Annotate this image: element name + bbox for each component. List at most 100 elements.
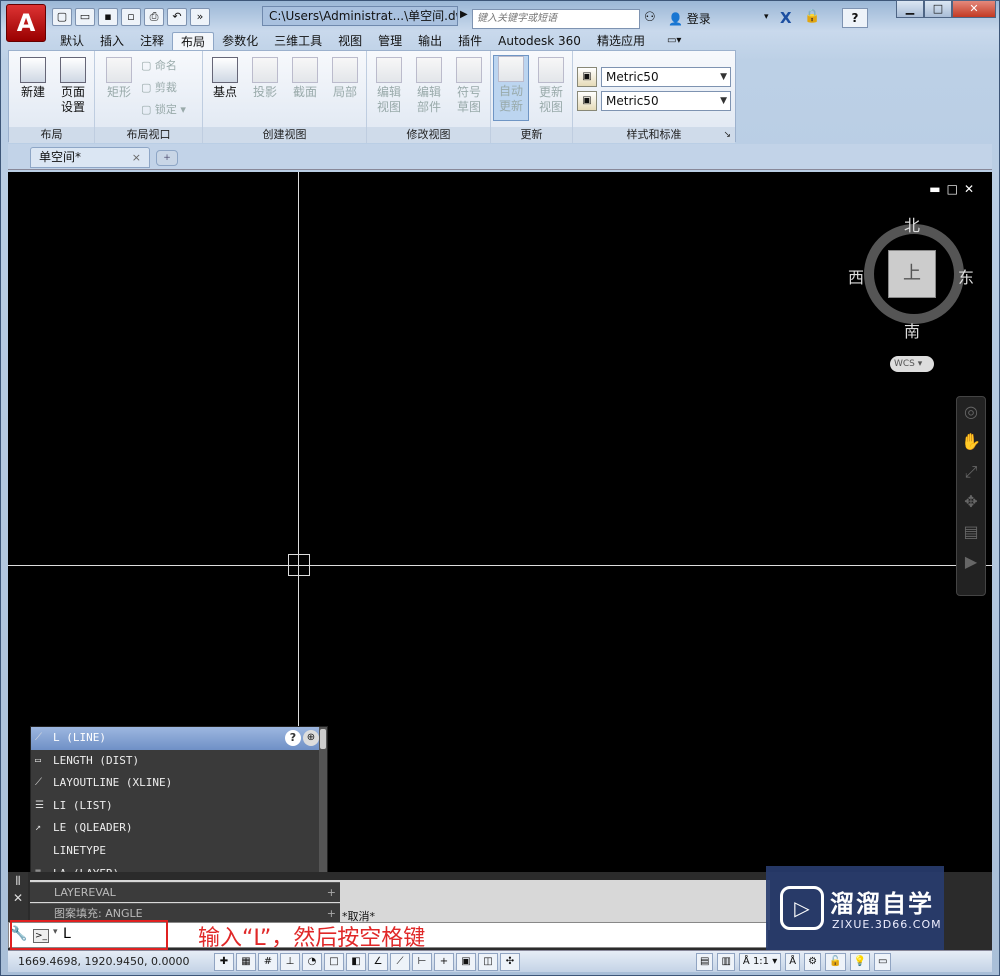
autocomplete-item[interactable]: ☰ LI (LIST) [31, 795, 327, 818]
osnap-icon[interactable]: □ [324, 953, 344, 971]
wcs-menu[interactable]: WCS ▾ [890, 356, 934, 372]
polar-icon[interactable]: ◔ [302, 953, 322, 971]
symbol-sketch-button[interactable]: 符号 草图 [451, 57, 487, 115]
application-menu-button[interactable]: A [6, 4, 46, 42]
ribbon-tab[interactable]: 管理 [370, 32, 410, 50]
autocomplete-item[interactable]: LINETYPE [31, 840, 327, 863]
compass-south[interactable]: 南 [904, 318, 920, 342]
viewport-clip-button[interactable]: ▢ 剪裁 [141, 81, 177, 95]
new-tab-button[interactable]: + [156, 150, 178, 166]
selection-cycling-icon[interactable]: ✣ [500, 953, 520, 971]
ribbon-tab[interactable]: 视图 [330, 32, 370, 50]
isolate-icon[interactable]: 💡 [849, 953, 870, 971]
help-button[interactable]: ? [842, 8, 868, 28]
collapse-icon[interactable]: ⫴ [8, 874, 28, 889]
detail-view-button[interactable]: 局部 [327, 57, 363, 100]
clean-screen-icon[interactable]: ▭ [873, 953, 892, 971]
binoculars-icon[interactable]: ⚇ [644, 10, 656, 25]
viewcube-top-face[interactable]: 上 [888, 250, 936, 298]
compass-west[interactable]: 西 [848, 264, 864, 288]
pan-hand-icon[interactable]: ✋ [957, 427, 985, 457]
command-close-icon[interactable]: ✕ [8, 891, 28, 905]
zoom-extents-icon[interactable]: ⤢ [957, 457, 985, 487]
viewport-lock-button[interactable]: ▢ 锁定 ▾ [141, 103, 186, 117]
panel-launcher-icon[interactable]: ↘ [723, 127, 731, 143]
minimize-button[interactable]: ▁ [896, 0, 924, 18]
compass-north[interactable]: 北 [904, 212, 920, 236]
ribbon-tab[interactable]: 插件 [450, 32, 490, 50]
projected-view-button[interactable]: 投影 [247, 57, 283, 100]
compass-east[interactable]: 东 [958, 264, 974, 288]
lock-ui-icon[interactable]: 🔓 [825, 953, 846, 971]
save-as-icon[interactable]: ▫ [121, 8, 141, 26]
ribbon-tab[interactable]: 布局 [172, 32, 215, 50]
new-file-icon[interactable]: ▢ [52, 8, 72, 26]
internet-search-icon[interactable]: ⊕ [303, 730, 319, 746]
transparency-icon[interactable]: ▣ [456, 953, 476, 971]
ribbon-tab[interactable]: Autodesk 360 [490, 32, 589, 50]
edit-component-button[interactable]: 编辑 部件 [411, 57, 447, 115]
auto-update-button[interactable]: 自动 更新 [493, 55, 529, 121]
ribbon-tab[interactable]: 插入 [92, 32, 132, 50]
ribbon-tab[interactable]: 默认 [52, 32, 92, 50]
infer-constraints-icon[interactable]: ✚ [214, 953, 234, 971]
save-icon[interactable]: ▪ [98, 8, 118, 26]
file-tab[interactable]: 单空间* × [30, 147, 150, 168]
ortho-icon[interactable]: ⊥ [280, 953, 300, 971]
base-view-button[interactable]: 基点 [207, 57, 243, 100]
ribbon-tab[interactable]: 参数化 [214, 32, 266, 50]
quick-properties-icon[interactable]: ◫ [478, 953, 498, 971]
rect-viewport-button[interactable]: 矩形 [101, 57, 137, 100]
suggestion-layereval[interactable]: LAYEREVAL + [30, 882, 340, 902]
ribbon-tab[interactable]: 三维工具 [266, 32, 330, 50]
close-button[interactable]: ✕ [952, 0, 996, 18]
update-view-button[interactable]: 更新 视图 [533, 57, 569, 115]
autocomplete-item[interactable]: ▭ LENGTH (DIST) [31, 750, 327, 773]
showmotion-icon[interactable]: ▤ [957, 517, 985, 547]
ribbon-tab[interactable]: 注释 [132, 32, 172, 50]
help-icon[interactable]: ? [285, 730, 301, 746]
orbit-icon[interactable]: ✥ [957, 487, 985, 517]
new-layout-button[interactable]: 新建 [15, 57, 51, 100]
grid-icon[interactable]: # [258, 953, 278, 971]
3d-osnap-icon[interactable]: ◧ [346, 953, 366, 971]
search-input[interactable]: 键入关键字或短语 [472, 9, 640, 29]
play-icon[interactable]: ▶ [957, 547, 985, 577]
print-icon[interactable]: ⎙ [144, 8, 164, 26]
more-icon[interactable]: » [190, 8, 210, 26]
dyn-icon[interactable]: ⊢ [412, 953, 432, 971]
model-icon[interactable]: ▤ [696, 953, 714, 971]
login-caret-icon[interactable]: ▾ [764, 12, 769, 22]
annotation-visibility-icon[interactable]: Å [785, 953, 801, 971]
viewport-name-button[interactable]: ▢ 命名 [141, 59, 177, 73]
lineweight-icon[interactable]: + [434, 953, 454, 971]
layout-icon[interactable]: ▥ [717, 953, 735, 971]
maximize-button[interactable]: □ [924, 0, 952, 18]
login-button[interactable]: 👤 登录 [668, 10, 711, 27]
steering-wheel-icon[interactable]: ◎ [957, 397, 985, 427]
file-tab-close-icon[interactable]: × [132, 148, 141, 167]
undo-icon[interactable]: ↶ [167, 8, 187, 26]
autocomplete-item[interactable]: ⟋ LAYOUTLINE (XLINE) [31, 772, 327, 795]
section-style-select[interactable]: Metric50 ▼ [601, 91, 731, 111]
viewport-controls[interactable]: ▬□✕ [929, 182, 980, 196]
otrack-icon[interactable]: ∠ [368, 953, 388, 971]
autocomplete-item[interactable]: ↗ LE (QLEADER) [31, 817, 327, 840]
page-setup-button[interactable]: 页面 设置 [55, 57, 91, 115]
ribbon-options-icon[interactable]: ▭▾ [659, 32, 689, 50]
workspace-icon[interactable]: ⚙ [804, 953, 822, 971]
section-view-button[interactable]: 截面 [287, 57, 323, 100]
snap-icon[interactable]: ▦ [236, 953, 256, 971]
annotation-scale[interactable]: Å 1:1 ▾ [738, 953, 782, 971]
view-style-select[interactable]: Metric50 ▼ [601, 67, 731, 87]
autocomplete-scrollbar[interactable] [319, 727, 327, 881]
ribbon-tab[interactable]: 精选应用 [589, 32, 653, 50]
expand-plus-icon[interactable]: + [327, 883, 336, 903]
open-file-icon[interactable]: ▭ [75, 8, 95, 26]
autocomplete-item[interactable]: ⟋ L (LINE) [31, 727, 327, 750]
edit-view-button[interactable]: 编辑 视图 [371, 57, 407, 115]
exchange-icon[interactable]: X [780, 9, 796, 27]
ribbon-tab[interactable]: 输出 [410, 32, 450, 50]
viewcube[interactable]: 上 北 南 东 西 [848, 212, 974, 341]
key-icon[interactable]: 🔒 [804, 9, 820, 24]
